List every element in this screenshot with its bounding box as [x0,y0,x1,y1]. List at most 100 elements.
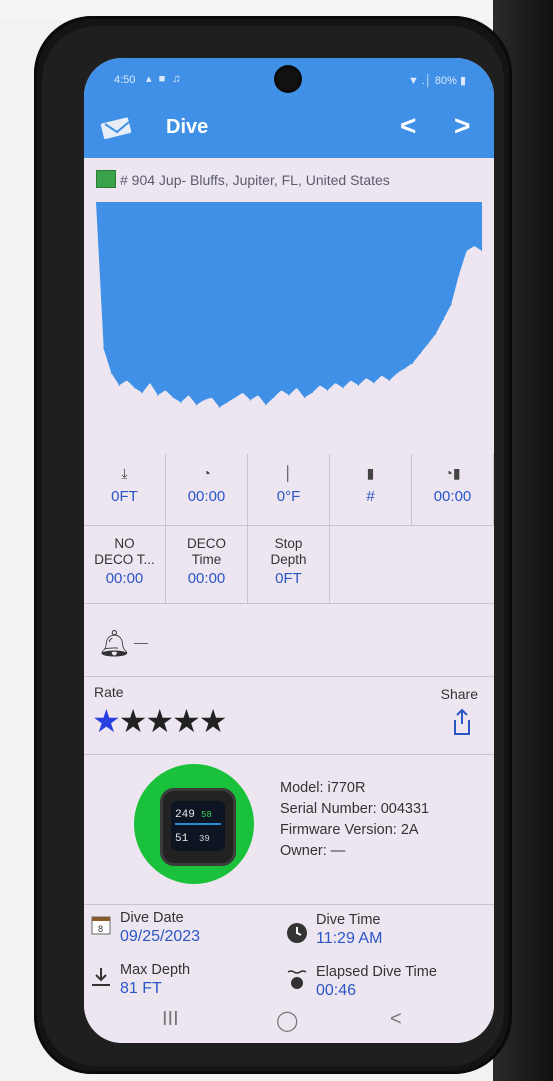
depth-point [411,362,414,364]
app-logo-icon[interactable] [100,114,134,140]
dive-profile-svg [96,202,482,408]
svg-text:249: 249 [175,809,195,821]
deco-label-line2: Depth [270,552,307,567]
back-button[interactable]: < [390,1008,402,1031]
depth-point [218,406,221,408]
share-icon[interactable] [450,708,474,736]
depth-point [442,318,444,320]
elapsed-time-label: Elapsed Dive Time [316,964,437,980]
depth-point [180,401,182,404]
depth-point [373,382,375,384]
depth-point [327,389,329,391]
dive-time-value: 11:29 AM [316,930,383,947]
stat-value: 0°F [276,488,301,505]
depth-point [257,394,259,396]
deco-label-line1: NO [114,536,135,551]
depth-point [211,396,213,399]
front-camera [277,68,299,90]
share-label[interactable]: Share [441,686,478,702]
svg-text:39: 39 [199,834,210,844]
depth-point [195,404,197,406]
depth-point [388,379,390,382]
depth-point [157,394,159,396]
depth-point [427,343,429,345]
elapsed-time-item: Elapsed Dive Time 00:46 [316,964,437,1000]
depth-point [334,382,336,384]
stat-cell-2: ◔ 00:00 [166,454,248,526]
depth-point [203,399,205,401]
deco-label-line1: DECO [186,536,226,551]
depth-point [118,384,120,386]
status-time: 4:50 [114,74,136,86]
watch-body: 249 58 51 39 [160,788,236,866]
alarm-value: — [134,634,148,650]
deco-label-line2: DECO T... [94,552,155,567]
recents-button[interactable]: III [162,1008,179,1031]
depth-point [296,387,298,389]
alarm-row[interactable]: 🔔︎ — [84,606,494,677]
depth-point [303,396,306,399]
deco-empty-cell [330,526,494,604]
dive-time-item: Dive Time 11:29 AM [316,912,382,948]
home-button[interactable]: ◯ [276,1008,298,1033]
device-serial: Serial Number: 004331 [280,801,430,817]
depth-point [419,352,421,355]
depth-point [272,396,275,399]
max-depth-icon [92,968,110,986]
device-firmware: Firmware Version: 2A [280,822,419,838]
depth-down-icon: ⤓ [121,465,128,481]
dive-date-item: Dive Date 09/25/2023 [120,910,200,946]
device-owner: Owner: — [280,843,346,859]
depth-point [311,392,313,394]
screen: 4:50 ▴ ■ ♫ ▼ .│ 80% ▮ Dive < > # 904 Jup… [84,58,494,1043]
app-bar: Dive < > [84,98,494,158]
max-depth-label: Max Depth [120,962,191,978]
svg-text:51: 51 [175,833,189,845]
star-rest-icon[interactable]: ★★★★ [119,703,228,739]
tank-timer-icon: ◔▮ [444,465,461,481]
depth-point [319,384,321,386]
deco-label-line1: Stop [274,536,303,551]
stat-cell-1: ⤓ 0FT [84,454,166,526]
max-depth-item: Max Depth 81 FT [120,962,190,998]
dive-date-label: Dive Date [120,910,184,926]
dive-location-row: # 904 Jup- Bluffs, Jupiter, FL, United S… [84,158,494,202]
depth-point [126,379,128,382]
dive-flag-icon [96,170,116,188]
tank-icon: ▮ [366,465,375,481]
stat-cell-5: ◔▮ 00:00 [412,454,494,526]
stat-value: # [366,488,375,505]
depth-point [435,333,437,335]
rate-label: Rate [94,684,124,700]
deco-cell-2: DECO Time 00:00 [166,526,248,604]
deco-cell-3: Stop Depth 0FT [248,526,330,604]
depth-point [381,374,383,377]
depth-point [265,404,267,406]
depth-point [342,387,344,389]
page-title: Dive [166,116,209,138]
depth-point [288,394,290,396]
depth-point [465,250,468,252]
depth-point [280,389,282,391]
depth-point [242,392,244,394]
depth-point [103,348,105,350]
depth-point [365,377,367,379]
chevron-left-icon[interactable]: < [400,110,416,142]
depth-point [234,396,236,399]
depth-point [404,367,406,369]
chevron-right-icon[interactable]: > [454,110,470,142]
clock-icon [287,923,307,943]
device-section: 249 58 51 39 Model: i770R Serial Number:… [84,754,494,905]
dive-profile-chart[interactable] [96,202,482,422]
max-depth-value: 81 FT [120,980,162,997]
star-1-icon[interactable]: ★ [92,703,121,739]
rating-stars[interactable]: ★★★★★ [92,702,228,740]
depth-point [450,304,452,306]
device-info: Model: i770R Serial Number: 004331 Firmw… [280,778,429,862]
dive-computer-icon: 249 58 51 39 [134,764,254,884]
calendar-icon: 8 [91,916,111,935]
depth-point [164,389,167,391]
depth-profile-area [96,202,482,408]
deco-value: 00:00 [187,570,226,587]
depth-point [149,382,151,384]
